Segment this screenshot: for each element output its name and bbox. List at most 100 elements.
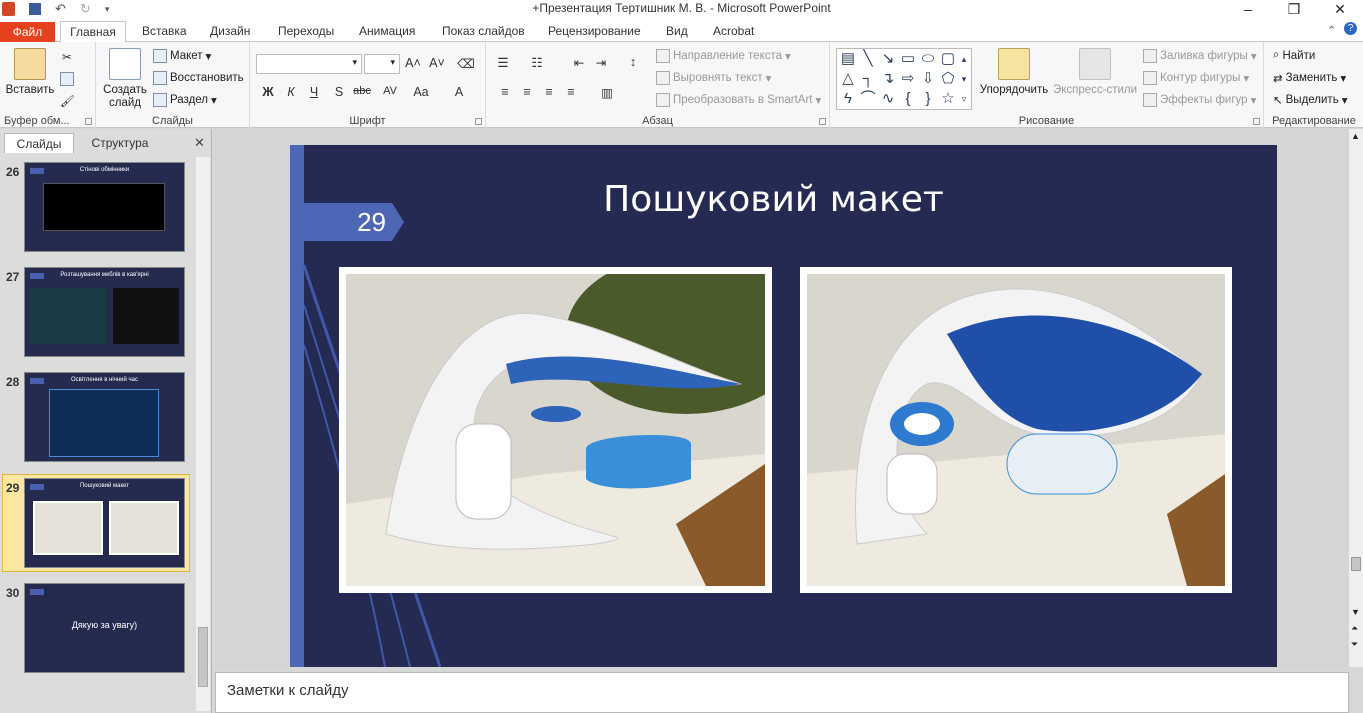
select-button[interactable]: ↖ Выделить ▾ xyxy=(1273,93,1347,107)
help-collapse-icon[interactable]: ⌃ xyxy=(1327,24,1336,37)
panel-scroll-thumb[interactable] xyxy=(198,627,208,687)
slide-canvas[interactable]: 29 Пошуковий макет xyxy=(290,145,1277,667)
rounded-rect-shape-icon[interactable]: ▢ xyxy=(939,50,957,68)
section-button[interactable]: Раздел ▾ xyxy=(153,93,217,107)
cut-icon[interactable]: ✂ xyxy=(62,50,72,64)
thumb-slide-28[interactable]: Освітлення в нічний час xyxy=(24,372,185,462)
change-case-button[interactable]: Aa xyxy=(410,85,432,99)
bold-button[interactable]: Ж xyxy=(257,85,279,99)
paragraph-launcher-icon[interactable] xyxy=(819,118,826,125)
shapes-gallery[interactable]: ▤ ╲ ↘ ▭ ⬭ ▢ △ ┐ ↴ ⇨ ⇩ ⬠ ϟ ⌒ ∿ { } ☆ ▴ ▾ … xyxy=(836,48,972,110)
scroll-down-icon[interactable]: ▼ xyxy=(1351,607,1360,617)
clear-format-icon[interactable]: ⌫ xyxy=(455,56,477,71)
arrange-button[interactable]: Упорядочить xyxy=(976,48,1052,97)
previous-slide-icon[interactable]: ⏶ xyxy=(1351,623,1358,634)
restore-button[interactable]: ❐ xyxy=(1271,0,1317,18)
format-painter-icon[interactable]: 🖌 xyxy=(60,94,75,108)
slide-scroll-thumb[interactable] xyxy=(1351,557,1361,571)
right-brace-shape-icon[interactable]: } xyxy=(919,90,937,108)
quick-styles-button[interactable]: Экспресс-стили xyxy=(1052,48,1138,97)
drawing-launcher-icon[interactable] xyxy=(1253,118,1260,125)
freeform-shape-icon[interactable]: ∿ xyxy=(879,90,897,108)
down-arrow-shape-icon[interactable]: ⇩ xyxy=(919,70,937,88)
new-slide-button[interactable]: Создать слайд xyxy=(100,48,150,110)
notes-pane[interactable]: Заметки к слайду xyxy=(215,672,1349,713)
replace-button[interactable]: ⇄ Заменить ▾ xyxy=(1273,71,1346,85)
oval-shape-icon[interactable]: ⬭ xyxy=(919,50,937,68)
layout-button[interactable]: Макет ▾ xyxy=(153,49,211,63)
thumb-slide-30[interactable]: Дякую за увагу) xyxy=(24,583,185,673)
panel-scrollbar[interactable] xyxy=(196,157,210,711)
thumb-slide-27[interactable]: Розташування меблів в кав'ярні xyxy=(24,267,185,357)
decrease-indent-icon[interactable]: ⇤ xyxy=(568,55,590,70)
shape-outline-button[interactable]: Контур фигуры ▾ xyxy=(1143,71,1249,85)
tab-slideshow[interactable]: Показ слайдов xyxy=(436,21,531,42)
numbering-icon[interactable]: ☷ xyxy=(526,55,548,70)
tab-home[interactable]: Главная xyxy=(60,21,126,43)
close-button[interactable]: ✕ xyxy=(1317,0,1363,18)
lightning-shape-icon[interactable]: ϟ xyxy=(839,90,857,108)
model-photo-right[interactable] xyxy=(800,267,1232,593)
triangle-shape-icon[interactable]: △ xyxy=(839,70,857,88)
shape-fill-button[interactable]: Заливка фигуры ▾ xyxy=(1143,49,1257,63)
close-panel-icon[interactable]: ✕ xyxy=(194,135,205,151)
smartart-button[interactable]: Преобразовать в SmartArt ▾ xyxy=(656,93,821,107)
bullets-icon[interactable]: ☰ xyxy=(492,55,514,70)
columns-icon[interactable]: ▥ xyxy=(596,85,618,100)
italic-button[interactable]: К xyxy=(280,85,302,99)
paste-button[interactable]: Вставить xyxy=(4,48,56,97)
model-photo-left[interactable] xyxy=(339,267,772,593)
slide-scrollbar[interactable]: ▲ ▼ ⏶ ⏷ xyxy=(1349,129,1363,667)
left-brace-shape-icon[interactable]: { xyxy=(899,90,917,108)
copy-icon[interactable] xyxy=(60,72,74,86)
arrow-line-shape-icon[interactable]: ↘ xyxy=(879,50,897,68)
align-center-icon[interactable]: ≡ xyxy=(516,85,538,99)
elbow-connector-shape-icon[interactable]: ┐ xyxy=(859,70,877,88)
shrink-font-icon[interactable]: A˅ xyxy=(426,56,448,70)
font-color-button[interactable]: A xyxy=(448,85,470,99)
next-slide-icon[interactable]: ⏷ xyxy=(1351,639,1358,650)
right-arrow-shape-icon[interactable]: ⇨ xyxy=(899,70,917,88)
textbox-shape-icon[interactable]: ▤ xyxy=(839,50,857,68)
justify-icon[interactable]: ≡ xyxy=(560,85,582,99)
tab-review[interactable]: Рецензирование xyxy=(542,21,647,42)
grow-font-icon[interactable]: A˄ xyxy=(402,56,424,70)
text-direction-button[interactable]: Направление текста ▾ xyxy=(656,49,791,63)
tab-view[interactable]: Вид xyxy=(660,21,694,42)
curve-shape-icon[interactable]: ⌒ xyxy=(859,90,877,108)
tab-animation[interactable]: Анимация xyxy=(353,21,421,42)
thumb-slide-26[interactable]: Стінові обмінники xyxy=(24,162,185,252)
tab-acrobat[interactable]: Acrobat xyxy=(707,21,760,42)
scroll-up-icon[interactable]: ▲ xyxy=(1351,131,1360,141)
align-text-button[interactable]: Выровнять текст ▾ xyxy=(656,71,771,85)
star-shape-icon[interactable]: ☆ xyxy=(939,90,957,108)
tab-slides[interactable]: Слайды xyxy=(4,133,74,153)
help-icon[interactable]: ? xyxy=(1344,22,1357,35)
rectangle-shape-icon[interactable]: ▭ xyxy=(899,50,917,68)
tab-insert[interactable]: Вставка xyxy=(136,21,193,42)
line-spacing-icon[interactable]: ↕ xyxy=(622,55,644,69)
underline-button[interactable]: Ч xyxy=(303,85,325,99)
pentagon-shape-icon[interactable]: ⬠ xyxy=(939,70,957,88)
notes-placeholder[interactable]: Заметки к слайду xyxy=(227,682,349,699)
font-name-combo[interactable]: ▾ xyxy=(256,54,362,74)
align-right-icon[interactable]: ≡ xyxy=(538,85,560,99)
slide-title[interactable]: Пошуковий макет xyxy=(470,179,1077,220)
tab-file[interactable]: Файл xyxy=(0,22,55,42)
tab-transitions[interactable]: Переходы xyxy=(272,21,340,42)
font-launcher-icon[interactable] xyxy=(475,118,482,125)
clipboard-launcher-icon[interactable] xyxy=(85,118,92,125)
tab-design[interactable]: Дизайн xyxy=(204,21,256,42)
tab-outline[interactable]: Структура xyxy=(80,133,160,153)
strikethrough-button[interactable]: abc xyxy=(351,85,373,97)
elbow-arrow-shape-icon[interactable]: ↴ xyxy=(879,70,897,88)
shapes-more-icon[interactable]: ▿ xyxy=(957,90,971,108)
shadow-button[interactable]: S xyxy=(328,85,350,99)
thumb-slide-29[interactable]: Пошуковий макет xyxy=(24,478,185,568)
minimize-button[interactable]: – xyxy=(1225,0,1271,18)
shapes-scroll-up-icon[interactable]: ▴ xyxy=(957,50,971,68)
char-spacing-button[interactable]: AV xyxy=(379,85,401,97)
line-shape-icon[interactable]: ╲ xyxy=(859,50,877,68)
shapes-scroll-down-icon[interactable]: ▾ xyxy=(957,70,971,88)
font-size-combo[interactable]: ▾ xyxy=(364,54,400,74)
